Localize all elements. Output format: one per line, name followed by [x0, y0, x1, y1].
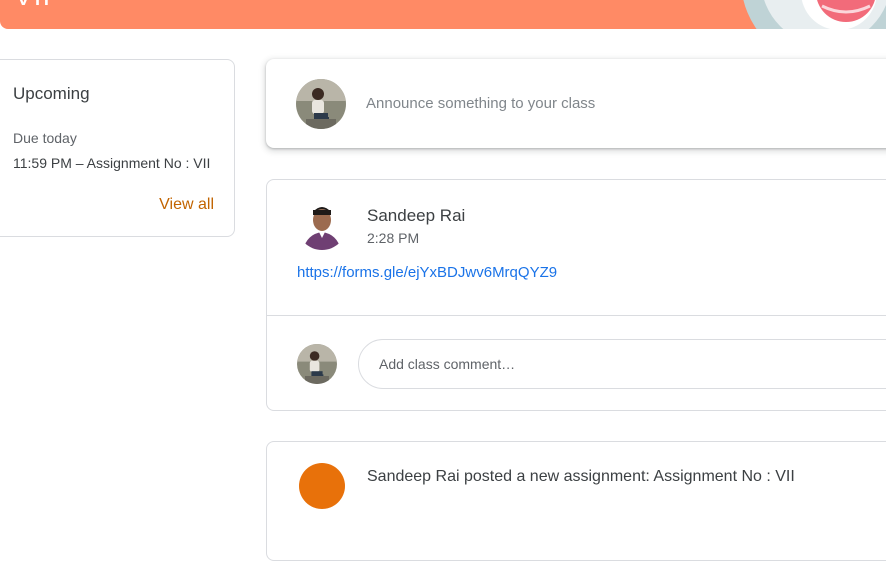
banner-illustration — [743, 0, 886, 29]
due-today-label: Due today — [13, 130, 77, 146]
announce-placeholder: Announce something to your class — [366, 95, 596, 112]
assignment-post[interactable]: Sandeep Rai posted a new assignment: Ass… — [266, 441, 886, 561]
post-link[interactable]: https://forms.gle/ejYxBDJwv6MrqQYZ9 — [297, 264, 557, 281]
post-time: 2:28 PM — [367, 230, 420, 246]
upcoming-assignment-link[interactable]: 11:59 PM – Assignment No : VII — [13, 155, 218, 171]
assignment-title: Sandeep Rai posted a new assignment: Ass… — [367, 468, 795, 485]
announce-box[interactable]: Announce something to your class — [266, 59, 886, 148]
banner-title: VII — [14, 0, 51, 12]
user-photo-icon — [296, 79, 346, 129]
user-photo-icon — [297, 344, 337, 384]
author-avatar — [297, 200, 347, 250]
post-divider — [267, 315, 886, 316]
author-photo-icon — [297, 200, 347, 250]
assignment-icon — [299, 463, 345, 509]
view-all-button[interactable]: View all — [159, 196, 214, 214]
stream-post: Sandeep Rai 2:28 PM https://forms.gle/ej… — [266, 179, 886, 411]
post-author: Sandeep Rai — [367, 206, 466, 225]
upcoming-card: Upcoming Due today 11:59 PM – Assignment… — [0, 59, 235, 237]
comment-avatar — [297, 344, 337, 384]
user-avatar — [296, 79, 346, 129]
class-comment-input[interactable] — [358, 339, 886, 389]
upcoming-title: Upcoming — [13, 84, 90, 103]
class-banner: VII — [0, 0, 886, 29]
